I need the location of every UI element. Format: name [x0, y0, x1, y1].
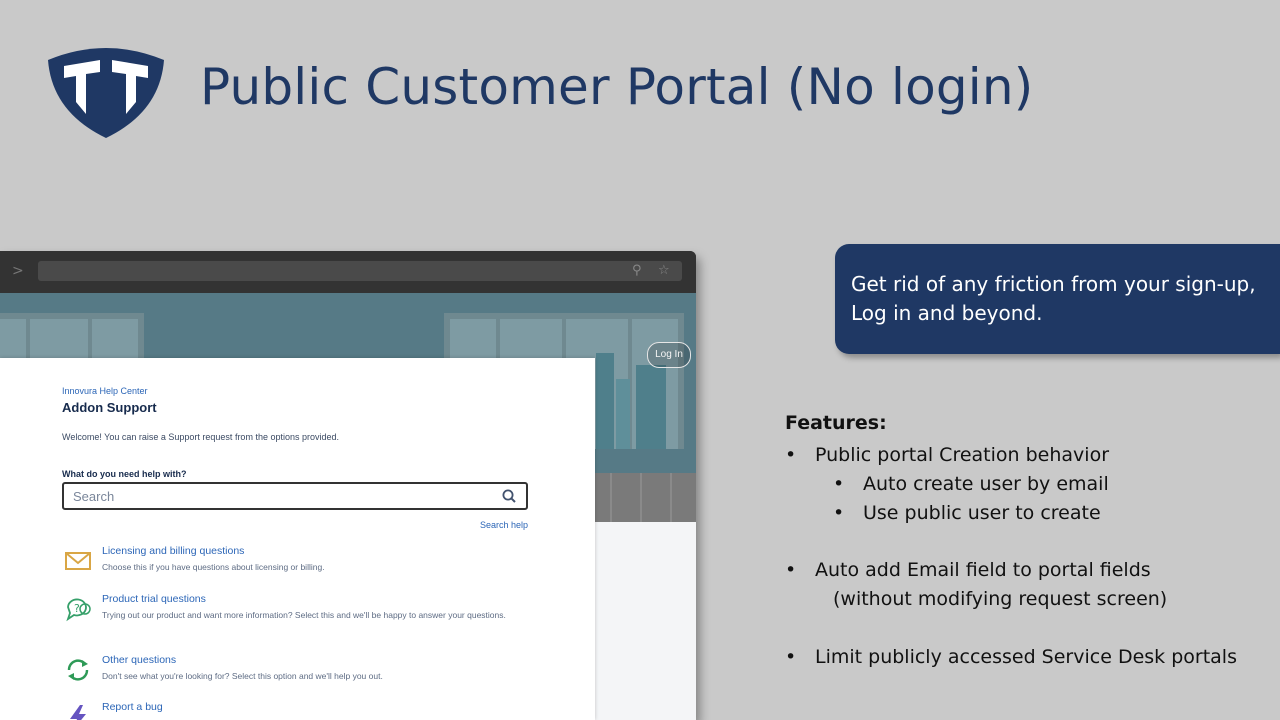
bullet-dot: •	[785, 444, 797, 466]
refresh-icon	[67, 659, 89, 681]
slide-title: Public Customer Portal (No login)	[200, 58, 1034, 116]
forward-arrow-icon[interactable]: >	[12, 263, 24, 279]
welcome-text: Welcome! You can raise a Support request…	[62, 432, 339, 442]
feature-subitem: Auto create user by email	[863, 473, 1109, 495]
feature-item: Auto add Email field to portal fields	[815, 559, 1151, 581]
breadcrumb[interactable]: Innovura Help Center	[62, 386, 148, 396]
bullet-dot: •	[785, 646, 797, 668]
search-icon[interactable]	[502, 489, 516, 503]
search-help-link[interactable]: Search help	[480, 520, 528, 530]
callout-text: Get rid of any friction from your sign-u…	[851, 272, 1256, 325]
item-title[interactable]: Product trial questions	[102, 593, 206, 605]
feature-item-continuation: (without modifying request screen)	[833, 588, 1168, 610]
browser-toolbar: > ⚲ ☆	[0, 251, 696, 293]
portal-card: Innovura Help Center Addon Support Welco…	[0, 358, 595, 720]
item-title[interactable]: Licensing and billing questions	[102, 545, 244, 557]
search-box[interactable]	[62, 482, 528, 510]
search-label: What do you need help with?	[62, 469, 187, 479]
item-description: Don't see what you're looking for? Selec…	[102, 671, 383, 681]
search-input[interactable]	[73, 487, 493, 505]
item-description: Choose this if you have questions about …	[102, 562, 325, 572]
browser-window: > ⚲ ☆ Log In Innovura Help Center Addon …	[0, 251, 696, 720]
feature-subitem: Use public user to create	[863, 502, 1101, 524]
portal-title: Addon Support	[62, 400, 157, 415]
list-item[interactable]: Report a bug	[62, 701, 532, 720]
feature-item: Limit publicly accessed Service Desk por…	[815, 646, 1237, 668]
bullet-dot: •	[833, 473, 845, 495]
login-button[interactable]: Log In	[647, 342, 691, 368]
list-item[interactable]: Licensing and billing questions Choose t…	[62, 545, 532, 585]
company-logo	[48, 48, 164, 138]
callout-box: Get rid of any friction from your sign-u…	[835, 244, 1280, 354]
item-title[interactable]: Report a bug	[102, 701, 163, 713]
address-bar[interactable]	[38, 261, 682, 281]
feature-item: Public portal Creation behavior	[815, 444, 1109, 466]
star-icon[interactable]: ☆	[658, 263, 670, 278]
list-item[interactable]: ? Product trial questions Trying out our…	[62, 593, 532, 633]
lightning-icon	[70, 705, 86, 720]
features-heading: Features:	[785, 412, 887, 434]
list-item[interactable]: Other questions Don't see what you're lo…	[62, 654, 532, 694]
question-bubble-icon: ?	[66, 598, 91, 622]
bullet-dot: •	[785, 559, 797, 581]
envelope-icon	[65, 552, 91, 570]
item-title[interactable]: Other questions	[102, 654, 176, 666]
item-description: Trying out our product and want more inf…	[102, 610, 506, 620]
search-icon[interactable]: ⚲	[632, 263, 642, 278]
bullet-dot: •	[833, 502, 845, 524]
svg-text:?: ?	[74, 602, 80, 615]
